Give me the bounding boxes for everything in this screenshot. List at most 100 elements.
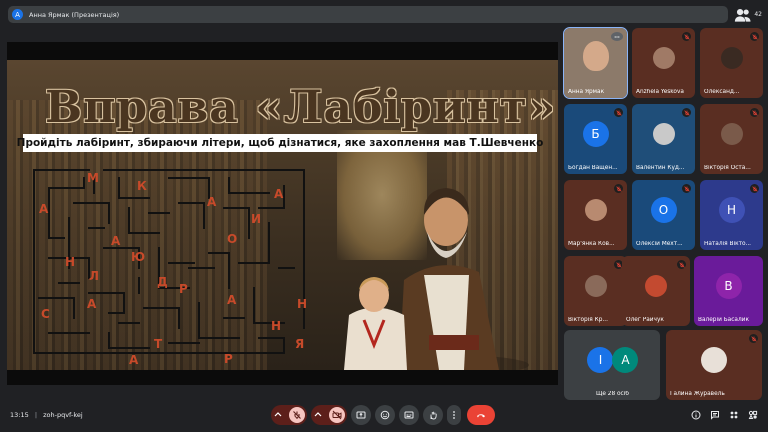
participant-name: Валентин Куд... — [636, 165, 685, 171]
camera-toggle-button[interactable] — [311, 405, 347, 425]
avatar: А — [612, 347, 639, 374]
participant-name: Олександ... — [704, 89, 740, 95]
mic-off-icon — [289, 407, 305, 423]
captions-icon — [404, 411, 414, 419]
avatar — [652, 47, 675, 70]
maze-letter: Т — [154, 337, 163, 351]
mic-off-icon — [682, 32, 691, 41]
end-call-button[interactable] — [467, 405, 495, 425]
mic-off-icon — [750, 108, 759, 117]
separator: | — [34, 411, 38, 419]
illustration-shevchenko — [344, 188, 529, 370]
maze-letter: Л — [89, 269, 99, 283]
people-indicator[interactable]: 42 — [734, 6, 762, 23]
mic-off-icon — [677, 260, 686, 269]
maze-letter: Н — [65, 255, 75, 269]
avatar — [645, 275, 667, 298]
captions-button[interactable] — [399, 405, 419, 425]
participant-tile[interactable]: Олександ... — [700, 28, 763, 98]
presentation-title: Анна Ярмак (Презентація) — [29, 10, 120, 19]
maze-letter: А — [274, 187, 284, 201]
chat-icon — [711, 411, 719, 420]
participant-tile[interactable]: Мар'янка Ков... — [564, 180, 627, 250]
mic-off-icon — [614, 184, 623, 193]
maze-letter: Н — [297, 297, 307, 311]
avatar — [584, 275, 607, 298]
avatar — [720, 123, 743, 146]
participant-name: Галина Журавель — [670, 391, 725, 397]
participant-tile[interactable]: Анна Ярмак — [563, 27, 628, 99]
participant-tile[interactable]: В Валерій Басалик — [694, 256, 763, 326]
participant-tile[interactable]: Вікторія Оста... — [700, 104, 763, 174]
avatar — [701, 347, 727, 374]
participant-tile[interactable]: Вікторія Кр... — [564, 256, 627, 326]
maze-letter: К — [137, 179, 147, 193]
participant-name: Анна Ярмак — [568, 89, 605, 95]
maze: М К А А А И О А Н Ю Л Д С Р А А Н Т Н Я — [33, 169, 307, 367]
slide-title: Вправа «Лабіринт» — [45, 82, 557, 133]
participant-name: Олег Райчук — [626, 317, 664, 323]
people-icon — [734, 8, 751, 22]
maze-letter: А — [227, 293, 237, 307]
presenter-avatar: A — [12, 9, 23, 20]
people-icon — [730, 411, 738, 419]
raise-hand-button[interactable] — [423, 405, 443, 425]
avatar: І — [587, 347, 614, 374]
more-options-button[interactable] — [447, 405, 461, 425]
participant-tile[interactable]: Н Наталія Вікто... — [700, 180, 763, 250]
participant-tile[interactable]: Валентин Куд... — [632, 104, 695, 174]
slide-subtitle: Пройдіть лабіринт, збираючи літери, щоб … — [17, 134, 543, 152]
mic-off-icon — [682, 184, 691, 193]
participant-name: Наталія Вікто... — [704, 241, 752, 247]
maze-letter: Н — [271, 319, 281, 333]
maze-letter: Р — [224, 352, 233, 366]
mic-off-icon — [750, 184, 759, 193]
emoji-button[interactable] — [375, 405, 395, 425]
chat-button[interactable] — [708, 408, 722, 422]
emoji-icon — [380, 410, 390, 420]
presentation-title-bar: A Анна Ярмак (Презентація) — [8, 6, 728, 23]
meeting-code: zoh-pqvf-kej — [43, 411, 83, 419]
participant-name: Anzhela Yeskova — [636, 89, 684, 95]
participant-name: Мар'янка Ков... — [568, 241, 615, 247]
end-call-icon — [477, 414, 485, 418]
activities-icon — [748, 410, 758, 419]
mic-off-icon — [749, 334, 758, 343]
participant-tile[interactable]: Галина Журавель — [666, 330, 762, 400]
maze-letter: Ю — [131, 250, 145, 264]
avatar — [720, 47, 743, 70]
participant-name: Вікторія Оста... — [704, 165, 751, 171]
raise-hand-icon — [430, 411, 437, 420]
participant-name: Олексій Мехт... — [636, 241, 683, 247]
participant-name: Богдан Ващен... — [568, 165, 618, 171]
clock: 13:15 — [10, 411, 29, 419]
present-button[interactable] — [351, 405, 371, 425]
maze-letter: М — [87, 171, 99, 185]
maze-letter: А — [129, 353, 139, 367]
avatar — [652, 123, 675, 146]
more-icon[interactable] — [611, 32, 623, 41]
mic-off-icon — [682, 108, 691, 117]
chevron-up-icon — [314, 412, 322, 417]
people-button[interactable] — [727, 408, 741, 422]
more-participants-tile[interactable]: І А Ще 28 осіб — [564, 330, 660, 400]
participant-tile[interactable]: Б Богдан Ващен... — [564, 104, 627, 174]
maze-letter: Д — [157, 275, 168, 289]
participant-name: Вікторія Кр... — [568, 317, 608, 323]
slide: Вправа «Лабіринт» Пройдіть лабіринт, зби… — [7, 60, 558, 370]
meeting-details-button[interactable] — [689, 408, 703, 422]
avatar — [584, 199, 607, 222]
mic-off-icon — [614, 108, 623, 117]
maze-letter: А — [207, 195, 217, 209]
maze-letter: Я — [295, 337, 304, 351]
participant-tile[interactable]: Anzhela Yeskova — [632, 28, 695, 98]
mic-toggle-button[interactable] — [271, 405, 307, 425]
maze-letter: А — [39, 202, 49, 216]
participant-tile[interactable]: О Олексій Мехт... — [632, 180, 695, 250]
info-icon — [691, 410, 701, 420]
maze-letter: А — [111, 234, 121, 248]
activities-button[interactable] — [746, 408, 760, 422]
participant-name: Валерій Басалик — [698, 317, 749, 323]
people-count: 42 — [754, 11, 762, 18]
participant-tile[interactable]: Олег Райчук — [622, 256, 690, 326]
